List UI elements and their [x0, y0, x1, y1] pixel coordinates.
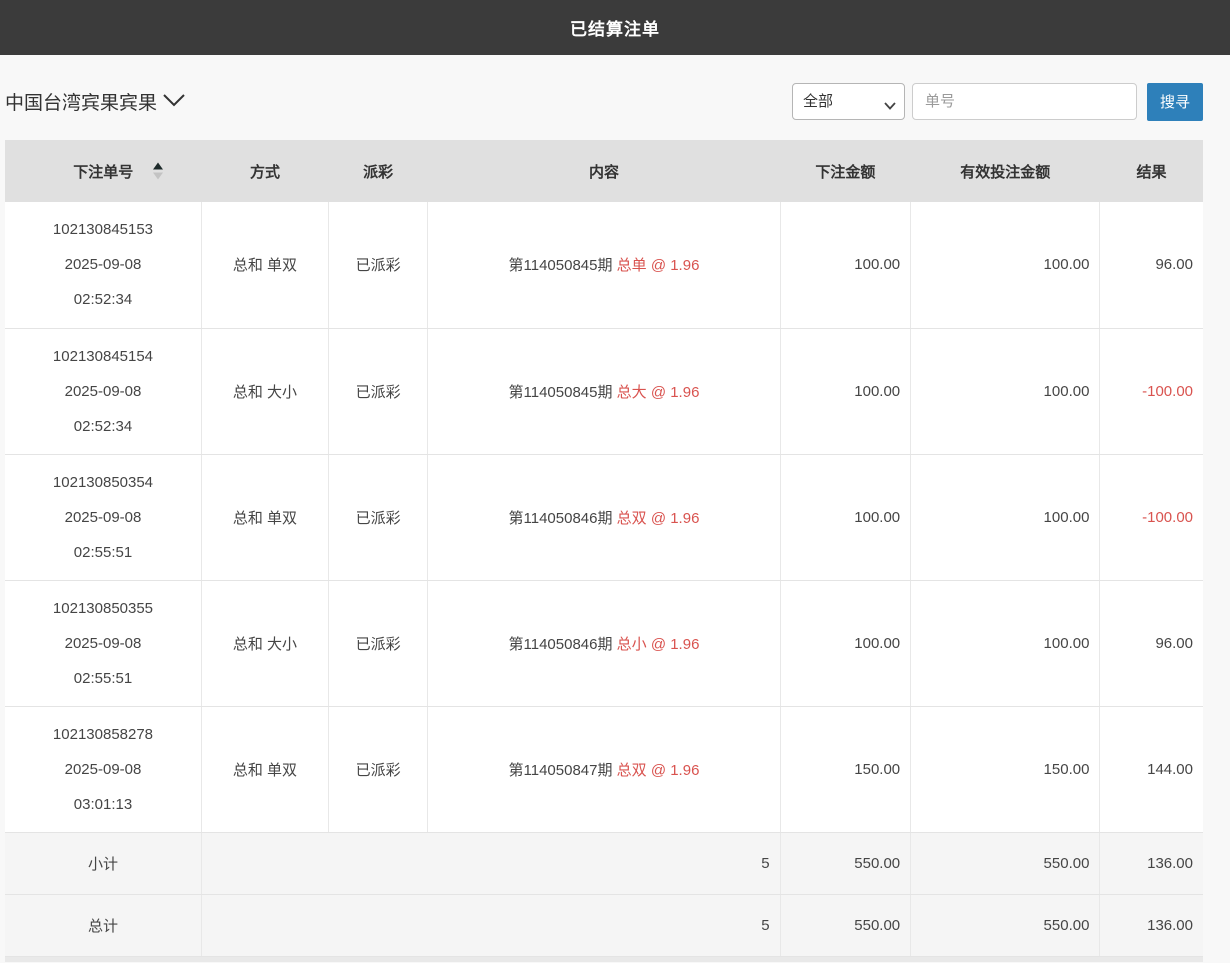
method-cell: 总和 单双: [201, 202, 328, 328]
table-row: 102130858278 2025-09-08 03:01:13 总和 单双 已…: [5, 706, 1203, 832]
result-cell: 144.00: [1100, 706, 1203, 832]
column-header-order-id[interactable]: 下注单号: [5, 140, 201, 202]
total-label: 总计: [5, 894, 201, 956]
subtotal-valid-amount: 550.00: [911, 832, 1100, 894]
valid-amount-cell: 100.00: [911, 580, 1100, 706]
bet-amount-cell: 100.00: [780, 202, 911, 328]
table-header-row: 下注单号 方式 派彩 内容 下注金额 有效投注金额 结果: [5, 140, 1203, 202]
payout-cell: 已派彩: [328, 580, 427, 706]
sort-asc-icon: [153, 163, 163, 170]
valid-amount-cell: 150.00: [911, 706, 1100, 832]
order-id-cell: 102130845153 2025-09-08 02:52:34: [5, 202, 201, 328]
bet-amount-cell: 100.00: [780, 328, 911, 454]
top-bar: 已结算注单: [0, 0, 1230, 55]
total-bet-amount: 550.00: [780, 894, 911, 956]
method-cell: 总和 大小: [201, 328, 328, 454]
column-header-result: 结果: [1100, 140, 1203, 202]
search-controls: 全部 搜寻: [792, 83, 1203, 121]
result-cell: 96.00: [1100, 580, 1203, 706]
subtotal-result: 136.00: [1100, 832, 1203, 894]
valid-amount-cell: 100.00: [911, 454, 1100, 580]
result-cell: -100.00: [1100, 328, 1203, 454]
order-id-cell: 102130858278 2025-09-08 03:01:13: [5, 706, 201, 832]
order-id-cell: 102130850354 2025-09-08 02:55:51: [5, 454, 201, 580]
page-title: 已结算注单: [570, 15, 660, 40]
result-cell: -100.00: [1100, 454, 1203, 580]
subtotal-label: 小计: [5, 832, 201, 894]
method-cell: 总和 单双: [201, 454, 328, 580]
table-row: 102130850355 2025-09-08 02:55:51 总和 大小 已…: [5, 580, 1203, 706]
column-header-bet-amount: 下注金额: [780, 140, 911, 202]
content-cell: 第114050846期 总双 @ 1.96: [428, 454, 780, 580]
order-id-cell: 102130850355 2025-09-08 02:55:51: [5, 580, 201, 706]
total-count: 5: [201, 894, 780, 956]
content-cell: 第114050847期 总双 @ 1.96: [428, 706, 780, 832]
method-cell: 总和 大小: [201, 580, 328, 706]
total-valid-amount: 550.00: [911, 894, 1100, 956]
payout-cell: 已派彩: [328, 328, 427, 454]
filter-select-wrap: 全部: [792, 83, 905, 120]
toolbar: 中国台湾宾果宾果 全部 搜寻: [5, 55, 1203, 140]
order-id-cell: 102130845154 2025-09-08 02:52:34: [5, 328, 201, 454]
content-cell: 第114050846期 总小 @ 1.96: [428, 580, 780, 706]
payout-cell: 已派彩: [328, 706, 427, 832]
total-result: 136.00: [1100, 894, 1203, 956]
order-number-input[interactable]: [912, 83, 1137, 120]
column-header-valid-amount: 有效投注金额: [911, 140, 1100, 202]
column-header-method: 方式: [201, 140, 328, 202]
bet-amount-cell: 100.00: [780, 580, 911, 706]
table-row: 102130850354 2025-09-08 02:55:51 总和 单双 已…: [5, 454, 1203, 580]
table-row: 102130845153 2025-09-08 02:52:34 总和 单双 已…: [5, 202, 1203, 328]
payout-cell: 已派彩: [328, 202, 427, 328]
sort-icons[interactable]: [153, 163, 163, 180]
column-header-content: 内容: [428, 140, 780, 202]
content-cell: 第114050845期 总单 @ 1.96: [428, 202, 780, 328]
table-row: 102130845154 2025-09-08 02:52:34 总和 大小 已…: [5, 328, 1203, 454]
subtotal-bet-amount: 550.00: [780, 832, 911, 894]
payout-cell: 已派彩: [328, 454, 427, 580]
total-row: 总计 5 550.00 550.00 136.00: [5, 894, 1203, 956]
result-cell: 96.00: [1100, 202, 1203, 328]
subtotal-count: 5: [201, 832, 780, 894]
valid-amount-cell: 100.00: [911, 328, 1100, 454]
bet-amount-cell: 100.00: [780, 454, 911, 580]
column-header-payout: 派彩: [328, 140, 427, 202]
sort-desc-icon: [153, 173, 163, 180]
search-button[interactable]: 搜寻: [1147, 83, 1203, 121]
subtotal-row: 小计 5 550.00 550.00 136.00: [5, 832, 1203, 894]
chevron-down-icon: [163, 94, 185, 112]
settled-bets-table: 下注单号 方式 派彩 内容 下注金额 有效投注金额 结果 10213084515…: [5, 140, 1203, 957]
game-name-label: 中国台湾宾果宾果: [5, 88, 157, 115]
valid-amount-cell: 100.00: [911, 202, 1100, 328]
filter-select[interactable]: 全部: [792, 83, 905, 120]
bottom-scrollbar-track[interactable]: [5, 957, 1203, 962]
game-selector[interactable]: 中国台湾宾果宾果: [5, 88, 185, 115]
method-cell: 总和 单双: [201, 706, 328, 832]
content-cell: 第114050845期 总大 @ 1.96: [428, 328, 780, 454]
bet-amount-cell: 150.00: [780, 706, 911, 832]
